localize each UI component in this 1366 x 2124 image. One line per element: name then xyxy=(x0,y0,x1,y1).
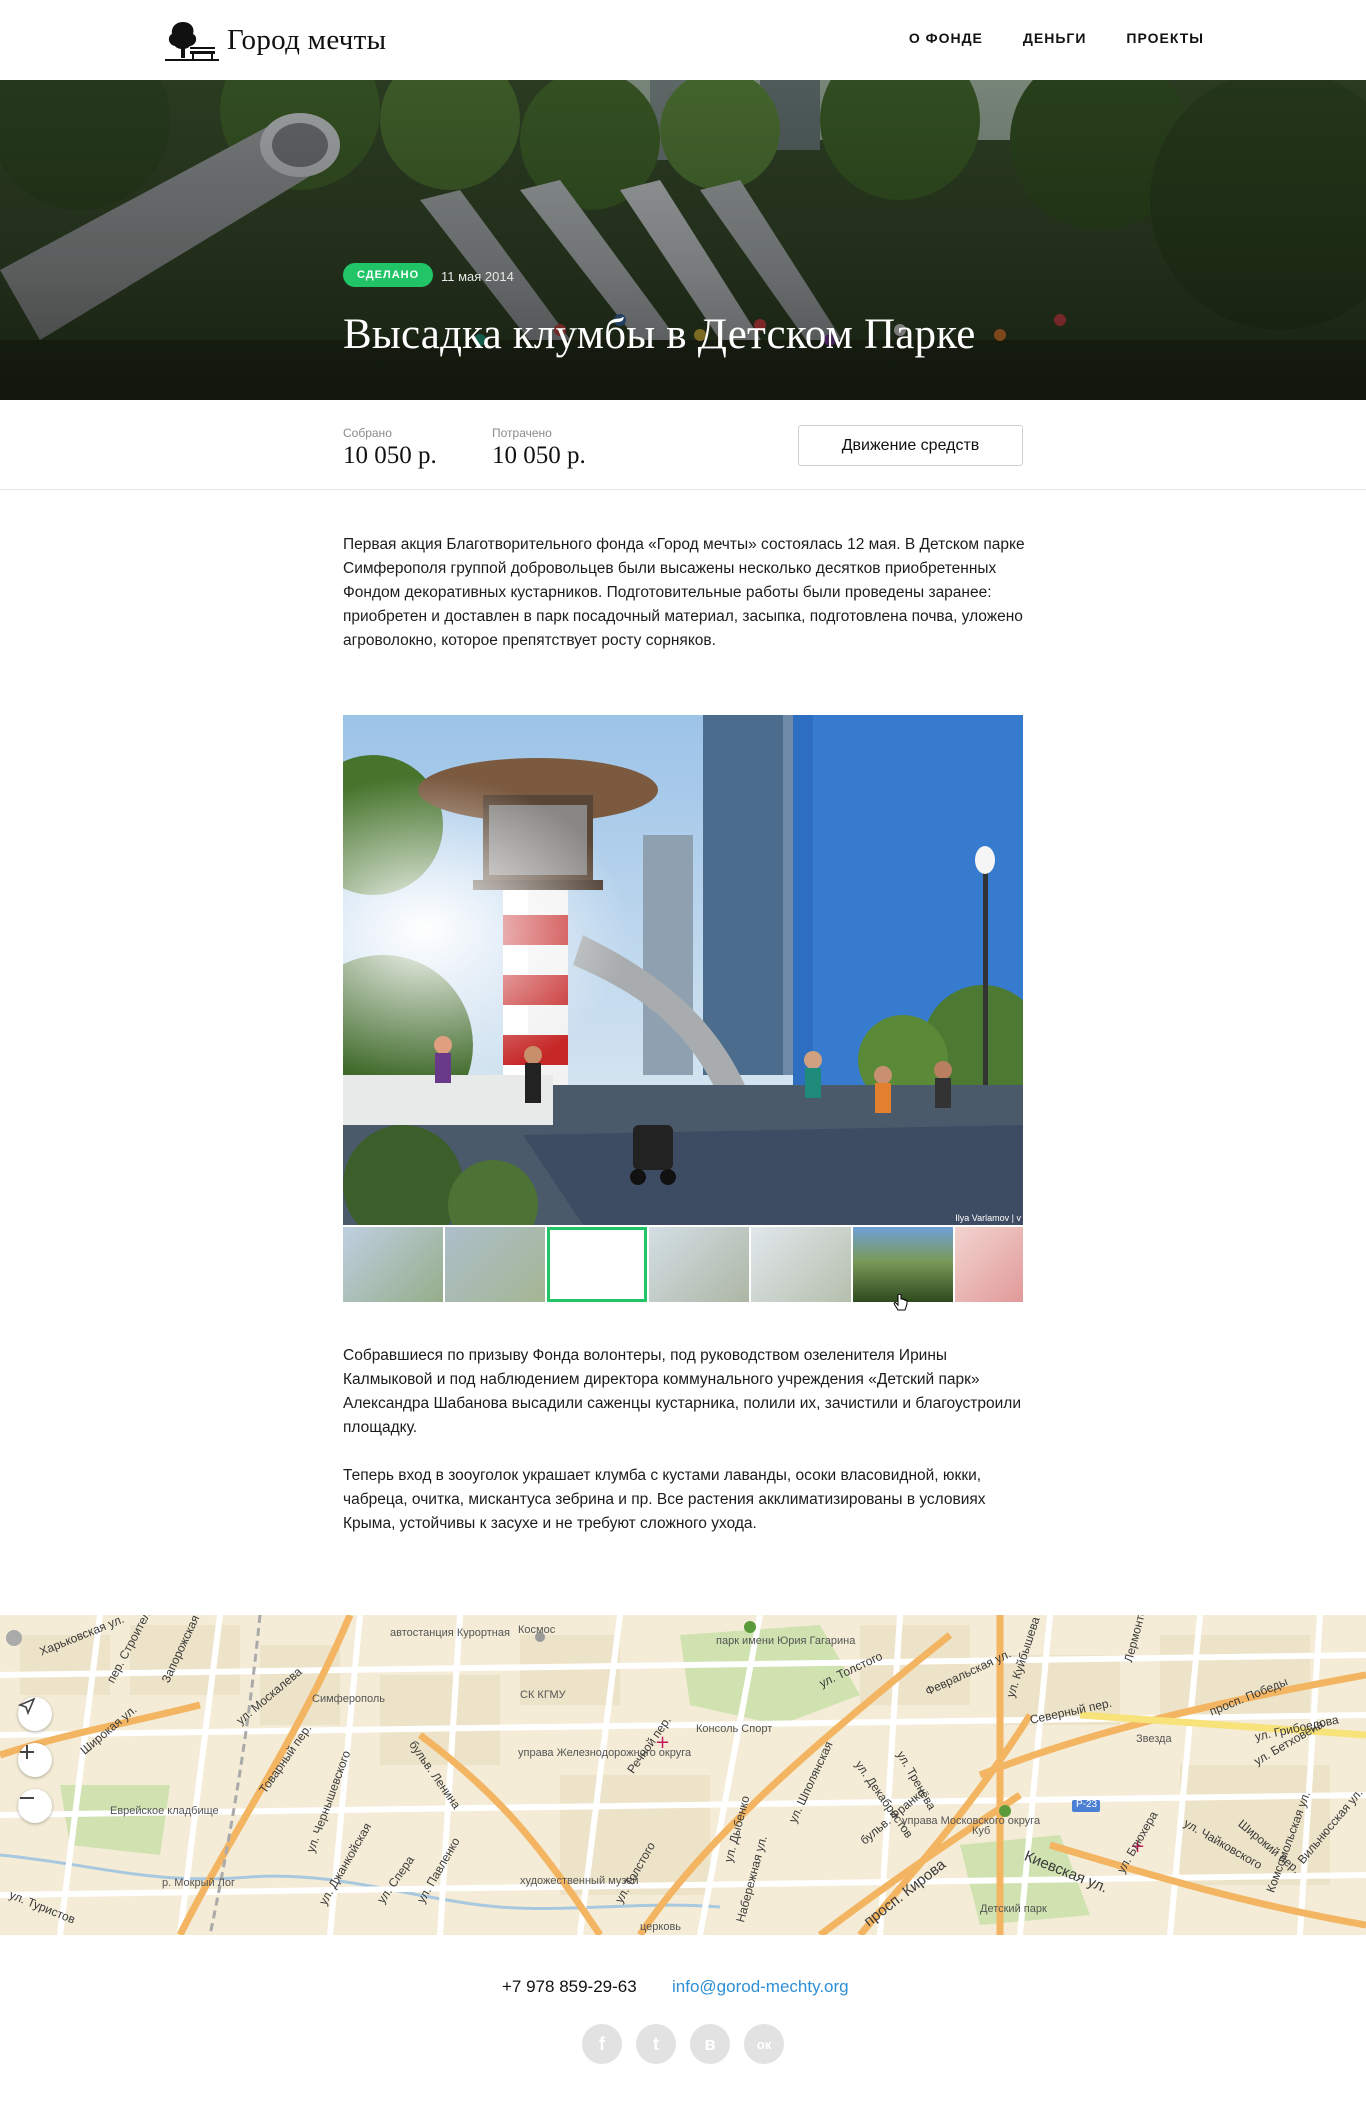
gallery-thumb[interactable] xyxy=(751,1227,851,1302)
map-label: Звезда xyxy=(1136,1733,1172,1745)
gallery-thumb-hover[interactable] xyxy=(853,1227,953,1302)
map-label: Куб xyxy=(972,1825,991,1837)
hero-banner: СДЕЛАНО 11 мая 2014 Высадка клумбы в Дет… xyxy=(0,80,1366,400)
plus-icon xyxy=(20,1745,34,1759)
project-date: 11 мая 2014 xyxy=(441,269,514,284)
nav-item-money[interactable]: ДЕНЬГИ xyxy=(1023,30,1086,46)
gallery-thumb[interactable] xyxy=(445,1227,545,1302)
footer-email-link[interactable]: info@gorod-mechty.org xyxy=(672,1977,849,1997)
gallery-thumb[interactable] xyxy=(343,1227,443,1302)
map-label: церковь xyxy=(640,1921,682,1933)
vk-icon[interactable]: в xyxy=(690,2024,730,2064)
collected-label: Собрано xyxy=(343,426,392,440)
stat-collected: Собрано 10 050 р. xyxy=(343,426,437,470)
spent-label: Потрачено xyxy=(492,426,552,440)
map-label: управа Железнодорожного округа xyxy=(518,1747,692,1759)
article-paragraph-2: Собравшиеся по призыву Фонда волонтеры, … xyxy=(343,1347,1021,1436)
minus-icon xyxy=(20,1797,34,1799)
nav-item-projects[interactable]: ПРОЕКТЫ xyxy=(1126,30,1204,46)
twitter-icon[interactable]: t xyxy=(636,2024,676,2064)
gallery-thumbnails xyxy=(343,1227,1023,1302)
map-label: р. Мокрый Лог xyxy=(162,1877,236,1889)
odnoklassniki-icon[interactable]: ок xyxy=(744,2024,784,2064)
article-paragraph-1: Первая акция Благотворительного фонда «Г… xyxy=(343,536,1025,649)
gallery-main-photo[interactable]: Ilya Varlamov | v xyxy=(343,715,1023,1225)
map-label: автостанция Курортная xyxy=(390,1627,510,1639)
collected-value: 10 050 р. xyxy=(343,442,437,469)
funds-movement-button[interactable]: Движение средств xyxy=(798,425,1023,466)
navigation-arrow-icon xyxy=(18,1697,36,1715)
site-logo[interactable]: Город мечты xyxy=(163,18,386,62)
gallery-thumb[interactable] xyxy=(955,1227,1023,1302)
map-label: парк имени Юрия Гагарина xyxy=(716,1635,856,1647)
tree-bench-logo-icon xyxy=(165,22,219,61)
nav-item-about[interactable]: О ФОНДЕ xyxy=(909,30,983,46)
map-locate-button[interactable] xyxy=(18,1697,52,1731)
facebook-icon[interactable]: f xyxy=(582,2024,622,2064)
main-nav: О ФОНДЕ ДЕНЬГИ ПРОЕКТЫ xyxy=(909,30,1204,46)
gallery-thumb[interactable] xyxy=(649,1227,749,1302)
map-label: Еврейское кладбище xyxy=(110,1805,219,1817)
article-paragraph-3: Теперь вход в зооуголок украшает клумба … xyxy=(343,1467,986,1532)
logo-text: Город мечты xyxy=(227,23,387,56)
map-label: Консоль Спорт xyxy=(696,1723,773,1735)
footer-phone[interactable]: +7 978 859-29-63 xyxy=(502,1977,637,1997)
map-label: СК КГМУ xyxy=(520,1689,566,1701)
page-title: Высадка клумбы в Детском Парке xyxy=(343,311,976,358)
status-badge: СДЕЛАНО xyxy=(343,263,434,287)
site-header: Город мечты О ФОНДЕ ДЕНЬГИ ПРОЕКТЫ xyxy=(0,0,1366,80)
map-zoom-in-button[interactable] xyxy=(18,1743,52,1777)
map-zoom-out-button[interactable] xyxy=(18,1789,52,1823)
map-label: Детский парк xyxy=(980,1903,1047,1915)
map-label: Р-23 xyxy=(1076,1799,1098,1810)
stat-spent: Потрачено 10 050 р. xyxy=(492,426,586,470)
gallery-thumb-active[interactable] xyxy=(547,1227,647,1302)
map-label: Космос xyxy=(518,1624,556,1636)
photo-credit: Ilya Varlamov | v xyxy=(955,1213,1021,1223)
funding-stats: Собрано 10 050 р. Потрачено 10 050 р. Дв… xyxy=(0,400,1366,490)
social-links: f t в ок xyxy=(582,2024,784,2064)
hand-cursor-icon xyxy=(893,1294,908,1311)
map-label: Симферополь xyxy=(312,1693,386,1705)
spent-value: 10 050 р. xyxy=(492,442,586,469)
location-map[interactable]: + + автостанция Курортная Симферополь Ко… xyxy=(0,1615,1366,1935)
lighthouse-playground-photo xyxy=(343,715,1023,1225)
